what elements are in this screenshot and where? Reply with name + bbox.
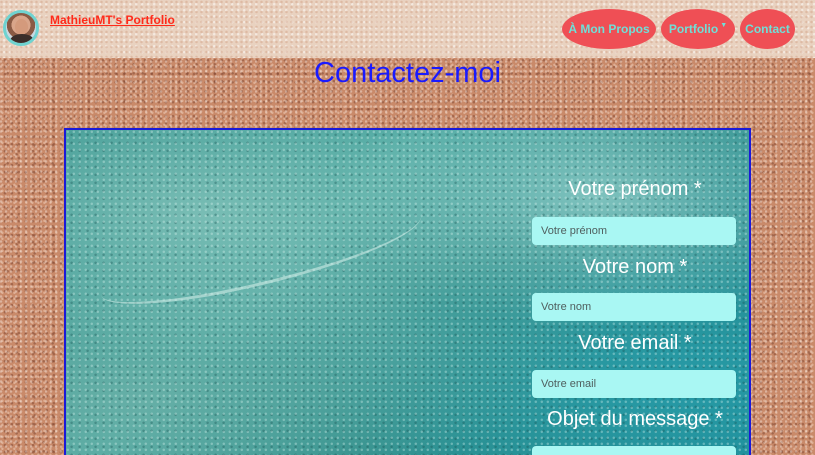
nav-apropos-button[interactable]: À Mon Propos [562,9,656,49]
page-title: Contactez-moi [314,57,501,89]
brand-link[interactable]: MathieuMT's Portfolio [50,13,175,27]
email-label: Votre email * [578,332,692,354]
nav-portfolio-button[interactable]: Portfolio ▼ [661,9,735,49]
nom-input[interactable] [532,293,736,321]
nav-contact-button[interactable]: Contact [740,9,795,49]
prenom-label: Votre prénom * [568,178,702,200]
avatar [3,10,39,46]
email-input[interactable] [532,370,736,398]
avatar-body [10,34,34,43]
nav-apropos-label: À Mon Propos [568,22,650,36]
avatar-face [15,19,28,35]
nav-contact-label: Contact [745,22,790,36]
nom-label: Votre nom * [582,256,688,278]
nav-portfolio-label: Portfolio [668,22,719,36]
contact-form: Votre prénom * Votre nom * Votre email *… [530,130,740,455]
prenom-input[interactable] [532,217,736,245]
objet-label: Objet du message * [547,408,723,430]
contact-map-panel: Votre prénom * Votre nom * Votre email *… [64,128,751,455]
chevron-down-icon: ▼ [720,21,728,29]
objet-input[interactable] [532,446,736,455]
site-header: MathieuMT's Portfolio À Mon Propos Portf… [0,0,815,58]
